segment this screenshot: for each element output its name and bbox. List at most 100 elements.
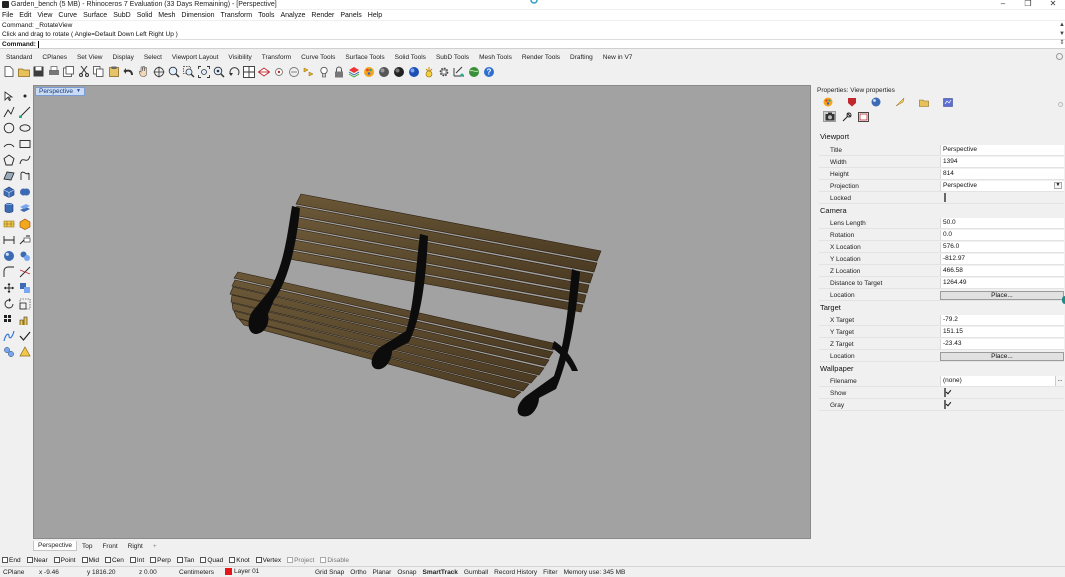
units-indicator[interactable]: Centimeters [176, 569, 222, 576]
x-target-field[interactable]: -79.2 [940, 315, 1064, 325]
tab-standard[interactable]: Standard [0, 54, 37, 61]
menu-render[interactable]: Render [309, 12, 338, 19]
render-tools-icon[interactable] [17, 344, 32, 359]
circle-icon[interactable] [1, 120, 16, 135]
lights-icon[interactable] [422, 65, 435, 78]
osnap-knot[interactable]: Knot [227, 557, 250, 564]
zoom-icon[interactable] [167, 65, 180, 78]
ellipse-icon[interactable] [17, 120, 32, 135]
environment-globe-icon[interactable] [467, 65, 480, 78]
osnap-cen[interactable]: Cen [103, 557, 124, 564]
four-view-icon[interactable] [242, 65, 255, 78]
osnap-point[interactable]: Point [52, 557, 76, 564]
box-icon[interactable] [1, 184, 16, 199]
group-icon[interactable] [1, 344, 16, 359]
rectangle-icon[interactable] [17, 136, 32, 151]
record-history-toggle[interactable]: Record History [491, 569, 540, 576]
ortho-toggle[interactable]: Ortho [347, 569, 369, 576]
save-icon[interactable] [32, 65, 45, 78]
check-icon[interactable] [17, 328, 32, 343]
texture-mapping-page-icon[interactable] [871, 97, 881, 107]
lens-length-field[interactable]: 50.0 [940, 218, 1064, 228]
osnap-checkbox[interactable] [26, 557, 33, 563]
osnap-checkbox[interactable] [229, 557, 236, 563]
osnap-end[interactable]: End [0, 557, 21, 564]
point-icon[interactable] [17, 88, 32, 103]
prop-height-field[interactable]: 814 [940, 169, 1064, 179]
menu-dimension[interactable]: Dimension [179, 12, 218, 19]
paste-icon[interactable] [107, 65, 120, 78]
menu-surface[interactable]: Surface [81, 12, 111, 19]
show-objects-icon[interactable] [317, 65, 330, 78]
tab-surface-tools[interactable]: Surface Tools [340, 54, 389, 61]
osnap-checkbox[interactable] [129, 557, 136, 563]
rotate-object-icon[interactable] [1, 296, 16, 311]
move-icon[interactable] [1, 280, 16, 295]
object-snap-icon[interactable] [272, 65, 285, 78]
import-icon[interactable] [62, 65, 75, 78]
command-scrollbar[interactable]: ▲ ▼ ⇕ [1059, 21, 1065, 49]
tab-render-tools[interactable]: Render Tools [517, 54, 565, 61]
osnap-vertex[interactable]: Vertex [254, 557, 281, 564]
osnap-perp[interactable]: Perp [148, 557, 171, 564]
zoom-selected-icon[interactable] [212, 65, 225, 78]
osnap-checkbox[interactable] [81, 557, 88, 563]
osnap-checkbox[interactable] [53, 557, 60, 563]
menu-analyze[interactable]: Analyze [278, 12, 309, 19]
object-properties-page-icon[interactable] [823, 97, 833, 107]
filter-toggle[interactable]: Filter [540, 569, 560, 576]
garden-bench-model[interactable] [34, 86, 811, 539]
current-layer[interactable]: Layer 01 [222, 568, 312, 576]
lock-objects-icon[interactable] [332, 65, 345, 78]
named-view-page-icon[interactable] [840, 111, 853, 122]
tab-drafting[interactable]: Drafting [565, 54, 598, 61]
open-folder-icon[interactable] [17, 65, 30, 78]
osnap-quad[interactable]: Quad [198, 557, 223, 564]
wallpaper-filename-field[interactable]: (none)... [940, 376, 1064, 386]
osnap-mid[interactable]: Mid [80, 557, 99, 564]
osnap-near[interactable]: Near [25, 557, 48, 564]
osnap-checkbox[interactable] [104, 557, 111, 563]
analyze-icon[interactable] [17, 312, 32, 327]
tab-display[interactable]: Display [108, 54, 139, 61]
smarttrack-toggle[interactable]: SmartTrack [420, 569, 461, 576]
vtab-right[interactable]: Right [123, 543, 148, 550]
surface-icon[interactable] [1, 168, 16, 183]
osnap-int[interactable]: Int [128, 557, 144, 564]
menu-curve[interactable]: Curve [56, 12, 81, 19]
rotation-field[interactable]: 0.0 [940, 230, 1064, 240]
command-input[interactable]: Command: [0, 39, 1065, 48]
menu-mesh[interactable]: Mesh [156, 12, 179, 19]
arc-icon[interactable] [1, 136, 16, 151]
extrude-icon[interactable] [17, 200, 32, 215]
menu-subd[interactable]: SubD [111, 12, 135, 19]
target-place-button[interactable]: Place... [940, 351, 1064, 361]
osnap-toggle[interactable]: Osnap [394, 569, 419, 576]
zoom-window-icon[interactable] [182, 65, 195, 78]
menu-view[interactable]: View [35, 12, 56, 19]
solid-tools-icon[interactable] [17, 248, 32, 263]
osnap-checkbox[interactable] [255, 557, 262, 563]
undo-view-change-icon[interactable] [227, 65, 240, 78]
z-location-field[interactable]: 466.58 [940, 266, 1064, 276]
render-icon[interactable] [407, 65, 420, 78]
gumball-toggle[interactable]: Gumball [461, 569, 491, 576]
cylinder-icon[interactable] [1, 200, 16, 215]
vtab-front[interactable]: Front [97, 543, 122, 550]
prop-title-field[interactable]: Perspective [940, 145, 1064, 155]
copy-object-icon[interactable] [17, 280, 32, 295]
camera-page-icon[interactable] [823, 111, 836, 122]
chevron-down-icon[interactable]: ▼ [1054, 182, 1062, 189]
layer-icon[interactable] [347, 65, 360, 78]
object-properties-icon[interactable] [362, 65, 375, 78]
menu-transform[interactable]: Transform [219, 12, 257, 19]
tab-visibility[interactable]: Visibility [223, 54, 256, 61]
rotate-view-icon[interactable] [152, 65, 165, 78]
browse-button[interactable]: ... [1055, 376, 1064, 386]
camera-place-button[interactable]: Place... [940, 290, 1064, 300]
menu-file[interactable]: File [0, 12, 17, 19]
osnap-checkbox[interactable] [176, 557, 183, 563]
array-icon[interactable] [1, 312, 16, 327]
projection-select[interactable]: Perspective ▼ [940, 181, 1064, 191]
mesh-icon[interactable] [1, 216, 16, 231]
